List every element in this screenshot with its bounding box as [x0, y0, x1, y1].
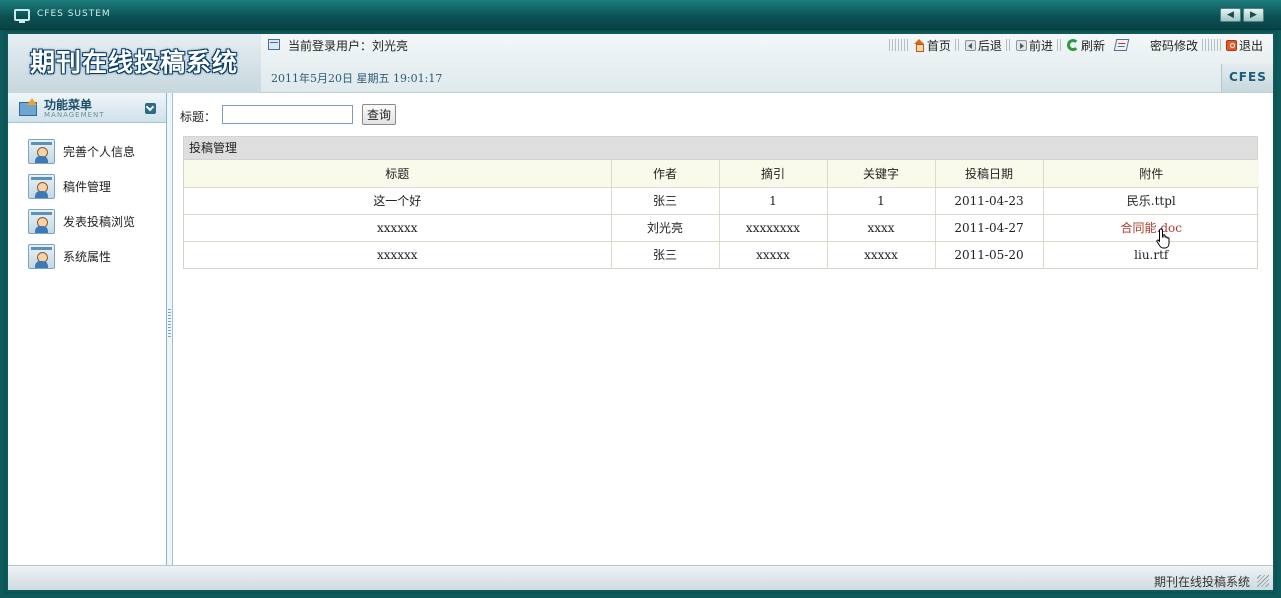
column-header-author[interactable]: 作者 — [610, 160, 720, 188]
attachment-link[interactable]: 民乐.ttpl — [1127, 194, 1176, 208]
app-content: 期刊在线投稿系统 当前登录用户：刘光亮 2011年5月20日 星期五 19:01… — [8, 34, 1273, 590]
sidebar-item-manuscripts[interactable]: 稿件管理 — [28, 173, 153, 199]
cell-abstract: xxxxxxxx — [718, 213, 828, 242]
back-link[interactable]: 后退 — [963, 37, 1004, 54]
window-next-button[interactable]: ▶ — [1243, 8, 1264, 22]
password-icon — [1113, 39, 1130, 51]
home-icon — [913, 39, 925, 52]
user-card-icon — [28, 208, 55, 234]
forward-label: 前进 — [1028, 38, 1053, 53]
system-title: CFES SUSTEM — [37, 9, 111, 19]
column-header-abstract[interactable]: 摘引 — [718, 160, 828, 188]
cell-attachment: liu.rtf — [1042, 240, 1259, 268]
change-password-link[interactable]: 密码修改 — [1113, 37, 1200, 54]
panel-title: 投稿管理 — [184, 137, 1257, 160]
logout-label: 退出 — [1238, 38, 1263, 53]
search-button[interactable]: 查询 — [362, 104, 396, 125]
cell-keywords: 1 — [826, 186, 936, 215]
current-datetime: 2011年5月20日 星期五 19:01:17 — [271, 72, 443, 85]
footer-app-name: 期刊在线投稿系统 — [1153, 575, 1250, 589]
sidebar-item-label: 完善个人信息 — [63, 144, 136, 159]
brand-label: CFES — [1229, 70, 1267, 84]
cell-keywords: xxxx — [826, 213, 936, 242]
cell-attachment: 民乐.ttpl — [1042, 186, 1259, 215]
app-logo: 期刊在线投稿系统 — [8, 34, 261, 93]
refresh-label: 刷新 — [1080, 38, 1105, 53]
sidebar-item-label: 发表投稿浏览 — [63, 214, 136, 229]
user-card-icon — [28, 243, 55, 269]
refresh-link[interactable]: 刷新 — [1065, 37, 1107, 54]
divider — [888, 39, 909, 51]
divider — [1005, 39, 1012, 51]
menu-icon — [19, 98, 37, 116]
logout-link[interactable]: 退出 — [1224, 37, 1265, 54]
home-link[interactable]: 首页 — [911, 37, 953, 54]
splitter-grip-icon[interactable] — [168, 309, 171, 339]
sidebar-subtitle: MANAGEMENT — [44, 111, 105, 119]
column-header-keywords[interactable]: 关键字 — [826, 160, 936, 188]
cell-abstract: xxxxx — [718, 240, 828, 268]
user-icon — [268, 39, 280, 50]
cell-abstract: 1 — [718, 186, 828, 215]
logout-icon — [1225, 39, 1237, 51]
forward-arrow-icon — [1015, 39, 1027, 51]
column-header-attachment[interactable]: 附件 — [1042, 160, 1259, 188]
app-header: 期刊在线投稿系统 当前登录用户：刘光亮 2011年5月20日 星期五 19:01… — [8, 34, 1273, 93]
cell-author: 刘光亮 — [610, 213, 720, 242]
cell-attachment: 合同能.doc — [1042, 213, 1259, 242]
column-header-date[interactable]: 投稿日期 — [934, 160, 1044, 188]
refresh-icon — [1066, 39, 1079, 51]
change-password-label: 密码修改 — [1149, 38, 1198, 53]
forward-link[interactable]: 前进 — [1014, 37, 1055, 54]
cell-title: xxxxxx — [184, 213, 612, 242]
cell-title: xxxxxx — [184, 240, 612, 268]
table-header-row: 标题 作者 摘引 关键字 投稿日期 附件 — [184, 160, 1259, 188]
window-prev-button[interactable]: ◀ — [1220, 8, 1241, 22]
current-user-label: 当前登录用户：刘光亮 — [288, 39, 409, 53]
cell-date: 2011-05-20 — [934, 240, 1044, 268]
window-titlebar: CFES SUSTEM ◀ ▶ — [0, 0, 1281, 30]
sidebar-splitter[interactable] — [167, 93, 173, 565]
main-panel: 标题： 查询 投稿管理 标题 作者 摘引 关键字 投稿日期 附件 这一个好 张三… — [174, 93, 1273, 565]
cell-date: 2011-04-27 — [934, 213, 1044, 242]
search-label: 标题： — [180, 110, 217, 124]
home-label: 首页 — [926, 38, 951, 53]
title-search-input[interactable] — [222, 105, 353, 124]
divider — [1056, 39, 1063, 51]
sidebar-item-label: 系统属性 — [63, 249, 112, 264]
collapse-icon[interactable] — [145, 103, 156, 114]
cell-author: 张三 — [610, 186, 720, 215]
manuscript-panel: 投稿管理 标题 作者 摘引 关键字 投稿日期 附件 这一个好 张三 1 1 20… — [183, 136, 1259, 269]
back-arrow-icon — [964, 39, 976, 51]
resize-grip-icon[interactable] — [1257, 575, 1269, 587]
sidebar: 功能菜单 MANAGEMENT 完善个人信息 稿件管理 发表投稿浏览 系统属性 — [8, 93, 167, 565]
column-header-title[interactable]: 标题 — [184, 160, 612, 188]
brand-tab: CFES — [1221, 64, 1273, 92]
attachment-link[interactable]: 合同能.doc — [1121, 221, 1182, 235]
cell-title: 这一个好 — [184, 186, 612, 215]
top-links: 首页 后退 前进 刷新 密码修改 退出 — [887, 35, 1265, 55]
sidebar-header: 功能菜单 MANAGEMENT — [8, 93, 166, 123]
status-footer: 期刊在线投稿系统 — [8, 565, 1273, 590]
back-label: 后退 — [977, 38, 1002, 53]
table-row[interactable]: xxxxxx 张三 xxxxx xxxxx 2011-05-20 liu.rtf — [184, 240, 1259, 268]
monitor-icon — [14, 9, 30, 23]
cell-date: 2011-04-23 — [934, 186, 1044, 215]
sidebar-item-label: 稿件管理 — [63, 179, 112, 194]
sidebar-item-profile[interactable]: 完善个人信息 — [28, 138, 153, 164]
table-row[interactable]: xxxxxx 刘光亮 xxxxxxxx xxxx 2011-04-27 合同能.… — [184, 213, 1259, 242]
sidebar-item-system[interactable]: 系统属性 — [28, 243, 153, 269]
divider — [954, 39, 961, 51]
app-title: 期刊在线投稿系统 — [30, 48, 239, 77]
table-row[interactable]: 这一个好 张三 1 1 2011-04-23 民乐.ttpl — [184, 186, 1259, 215]
cell-author: 张三 — [610, 240, 720, 268]
cell-keywords: xxxxx — [826, 240, 936, 268]
sidebar-item-published[interactable]: 发表投稿浏览 — [28, 208, 153, 234]
manuscript-table: 标题 作者 摘引 关键字 投稿日期 附件 这一个好 张三 1 1 2011-04 — [184, 160, 1259, 268]
hand-cursor-icon — [1156, 228, 1170, 249]
user-card-icon — [28, 138, 55, 164]
user-card-icon — [28, 173, 55, 199]
divider — [1201, 39, 1222, 51]
